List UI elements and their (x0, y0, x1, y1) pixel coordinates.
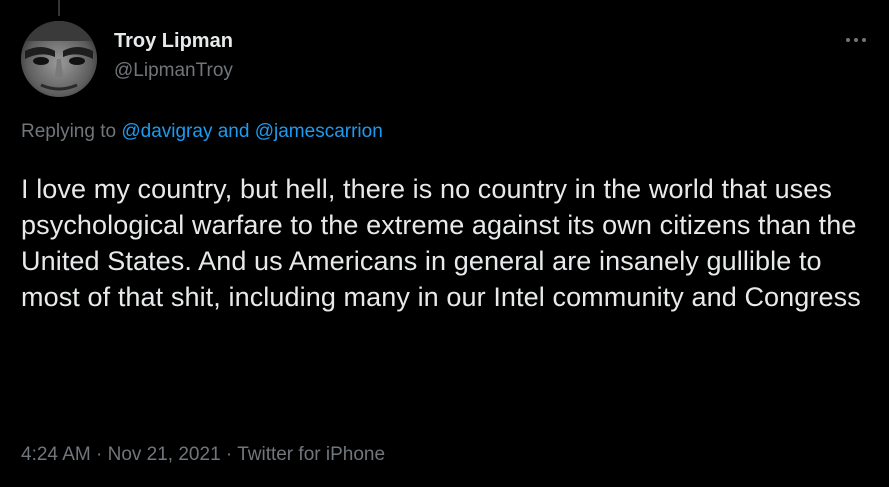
reply-mention-joiner[interactable]: and (218, 121, 250, 142)
tweet-text: I love my country, but hell, there is no… (21, 174, 861, 312)
author-handle[interactable]: @LipmanTroy (114, 60, 233, 82)
tweet-metadata: 4:24 AM · Nov 21, 2021 · Twitter for iPh… (21, 444, 385, 466)
more-horizontal-icon[interactable] (844, 30, 868, 50)
reply-mention-jamescarrion[interactable]: @jamescarrion (255, 121, 383, 142)
author-name[interactable]: Troy Lipman (114, 30, 233, 53)
meta-separator: · (225, 444, 233, 465)
tweet-source[interactable]: Twitter for iPhone (237, 444, 385, 465)
meta-separator: · (96, 444, 103, 465)
replying-to-prefix: Replying to (21, 121, 117, 142)
tweet-time[interactable]: 4:24 AM (21, 444, 91, 465)
avatar[interactable] (21, 21, 97, 97)
tweet-date[interactable]: Nov 21, 2021 (108, 444, 221, 465)
avatar-image (21, 21, 97, 97)
reply-mention-davigray[interactable]: @davigray (121, 121, 212, 142)
thread-connector-line (58, 0, 60, 16)
replying-to-line: Replying to @davigray and @jamescarrion (21, 121, 383, 143)
